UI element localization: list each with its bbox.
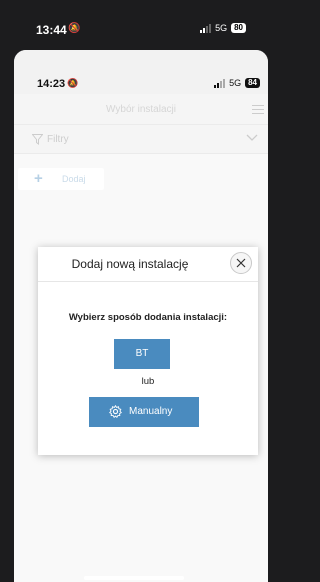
- close-button[interactable]: [230, 252, 252, 274]
- bt-button[interactable]: BT: [114, 339, 170, 369]
- battery-icon: 80: [231, 23, 246, 33]
- add-installation-dialog: Dodaj nową instalację Wybierz sposób dod…: [38, 247, 258, 455]
- close-icon: [236, 258, 246, 268]
- dialog-header: Dodaj nową instalację: [38, 247, 258, 282]
- silent-bell-icon: 🔕: [67, 78, 79, 88]
- or-label: lub: [141, 376, 155, 387]
- home-indicator[interactable]: [84, 576, 184, 580]
- inner-clock: 14:23: [37, 78, 66, 90]
- inner-status-indicators: 5G 84: [214, 78, 260, 88]
- outer-status-indicators: 5G 80: [200, 23, 246, 33]
- app-screenshot: 14:23 🔕 5G 84 Wybór instalacji Filtry + …: [14, 50, 268, 582]
- outer-status-bar: 13:44 🔕 5G 80: [0, 0, 268, 46]
- dialog-title: Dodaj nową instalację: [71, 257, 189, 271]
- inner-status-bar: 14:23 🔕 5G 84: [14, 50, 268, 94]
- battery-icon: 84: [245, 78, 260, 88]
- manual-button-label: Manualny: [129, 406, 173, 417]
- gear-icon: [109, 405, 122, 418]
- signal-icon: [200, 23, 212, 33]
- signal-icon: [214, 78, 226, 88]
- dialog-body: Wybierz sposób dodania instalacji: BT lu…: [38, 282, 258, 455]
- network-label: 5G: [215, 23, 228, 33]
- manual-button[interactable]: Manualny: [89, 397, 199, 427]
- network-label: 5G: [229, 78, 242, 88]
- silent-bell-icon: 🔕: [68, 23, 81, 34]
- dialog-prompt: Wybierz sposób dodania instalacji:: [68, 312, 228, 323]
- outer-clock: 13:44: [36, 23, 67, 37]
